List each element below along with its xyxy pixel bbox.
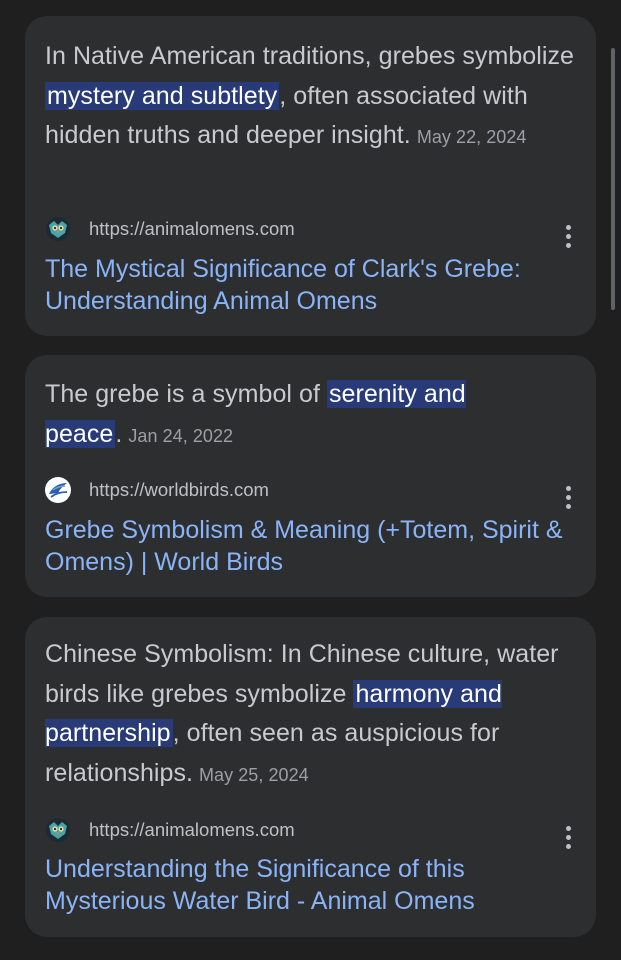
result-date: May 25, 2024 [199, 764, 309, 785]
result-url[interactable]: https://animalomens.com [89, 218, 295, 240]
scrollbar[interactable] [611, 48, 615, 310]
snippet-text: . [115, 419, 123, 448]
result-source[interactable]: https://animalomens.com [45, 216, 295, 242]
more-options-icon[interactable] [564, 826, 572, 849]
result-source[interactable]: https://animalomens.com [45, 817, 295, 843]
result-url[interactable]: https://worldbirds.com [89, 479, 269, 501]
result-title-link[interactable]: Grebe Symbolism & Meaning (+Totem, Spiri… [45, 515, 578, 578]
result-card: The grebe is a symbol of serenity and pe… [25, 355, 596, 597]
result-card: Chinese Symbolism: In Chinese culture, w… [25, 617, 596, 937]
more-options-icon[interactable] [564, 486, 572, 509]
result-title-link[interactable]: Understanding the Significance of this M… [45, 854, 578, 917]
result-snippet: In Native American traditions, grebes sy… [45, 37, 576, 158]
result-source[interactable]: https://worldbirds.com [45, 477, 269, 503]
result-date: Jan 24, 2022 [128, 425, 234, 446]
result-snippet: The grebe is a symbol of serenity and pe… [45, 375, 576, 456]
more-options-icon[interactable] [564, 225, 572, 248]
result-title-link[interactable]: The Mystical Significance of Clark's Gre… [45, 254, 578, 317]
result-url[interactable]: https://animalomens.com [89, 819, 295, 841]
animalomens-owl-icon [45, 216, 71, 242]
snippet-highlight: mystery and subtlety [45, 81, 280, 110]
result-snippet: Chinese Symbolism: In Chinese culture, w… [45, 635, 576, 795]
animalomens-owl-icon [45, 817, 71, 843]
snippet-text: The grebe is a symbol of [45, 380, 327, 408]
worldbirds-bird-icon [45, 477, 71, 503]
result-date: May 22, 2024 [416, 127, 527, 147]
result-card: In Native American traditions, grebes sy… [25, 16, 596, 336]
snippet-text: In Native American traditions, grebes sy… [45, 42, 574, 70]
